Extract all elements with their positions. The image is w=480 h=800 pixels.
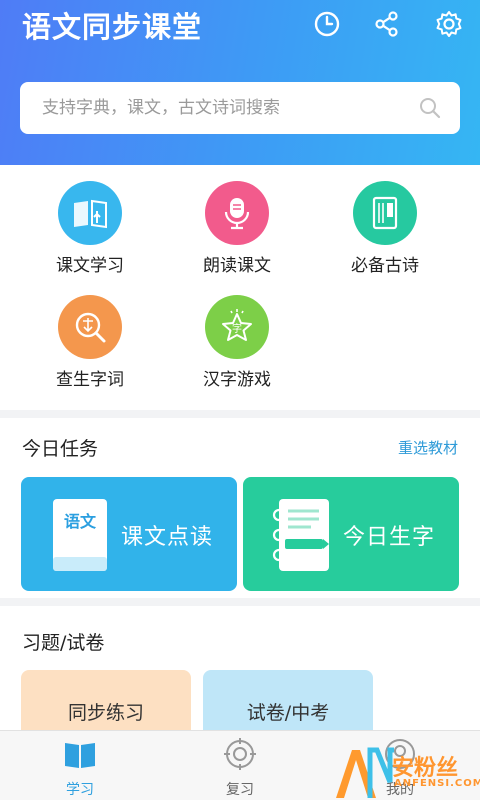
task-label: 今日生字 (343, 525, 436, 550)
tab-label: 复习 (226, 782, 254, 798)
target-icon (224, 738, 256, 770)
watermark-subtext: ANFENSI.COM (394, 778, 480, 789)
task-label: 课文点读 (121, 525, 214, 550)
microphone-icon (205, 181, 269, 245)
feature-label: 汉字游戏 (203, 370, 271, 390)
tab-review[interactable]: 复习 (190, 731, 290, 800)
book-icon (65, 743, 95, 768)
site-watermark: 安粉丝 ANFENSI.COM (332, 742, 480, 800)
tasks-title: 今日任务 (22, 438, 99, 460)
exercise-label: 试卷/中考 (246, 702, 330, 724)
feature-textbook-study[interactable]: 课文学习 (20, 181, 160, 277)
chinese-book-icon: 语文 (53, 499, 107, 571)
today-tasks-section: 今日任务 重选教材 语文 课文点读 今日生字 (0, 418, 480, 598)
search-input[interactable] (42, 98, 402, 118)
book-cover-text: 语文 (64, 512, 97, 531)
task-card-today-characters[interactable]: 今日生字 (243, 477, 459, 591)
feature-read-aloud[interactable]: 朗读课文 (167, 181, 307, 277)
feature-ancient-poems[interactable]: 必备古诗 (315, 181, 455, 277)
magnifier-character-icon (58, 295, 122, 359)
feature-label: 必备古诗 (351, 256, 419, 276)
feature-character-games[interactable]: 字 汉字游戏 (167, 295, 307, 391)
clock-icon[interactable] (312, 9, 342, 39)
feature-grid: 课文学习 朗读课文 必备古诗 查生字词 字 汉字游戏 (0, 165, 480, 410)
tab-label: 学习 (66, 782, 94, 798)
search-icon[interactable] (418, 96, 442, 120)
scroll-book-icon (353, 181, 417, 245)
task-card-text-reading[interactable]: 语文 课文点读 (21, 477, 237, 591)
feature-label: 朗读课文 (203, 256, 271, 276)
watermark-logo-icon (336, 747, 394, 798)
search-bar[interactable] (20, 82, 460, 134)
notebook-pencil-icon (272, 499, 329, 571)
app-title: 语文同步课堂 (22, 10, 203, 44)
reselect-textbook-link[interactable]: 重选教材 (398, 437, 458, 458)
feature-label: 查生字词 (56, 370, 124, 390)
exercise-label: 同步练习 (67, 702, 144, 724)
header-banner: 语文同步课堂 (0, 0, 480, 165)
book-touch-icon (58, 181, 122, 245)
star-character-icon: 字 (205, 295, 269, 359)
svg-text:字: 字 (232, 322, 242, 335)
exercises-section: 习题/试卷 同步练习 试卷/中考 (0, 606, 480, 740)
tab-study[interactable]: 学习 (30, 731, 130, 800)
share-icon[interactable] (372, 9, 402, 39)
settings-icon[interactable] (434, 9, 464, 39)
feature-lookup-characters[interactable]: 查生字词 (20, 295, 160, 391)
feature-label: 课文学习 (56, 256, 124, 276)
exercises-title: 习题/试卷 (22, 632, 105, 654)
